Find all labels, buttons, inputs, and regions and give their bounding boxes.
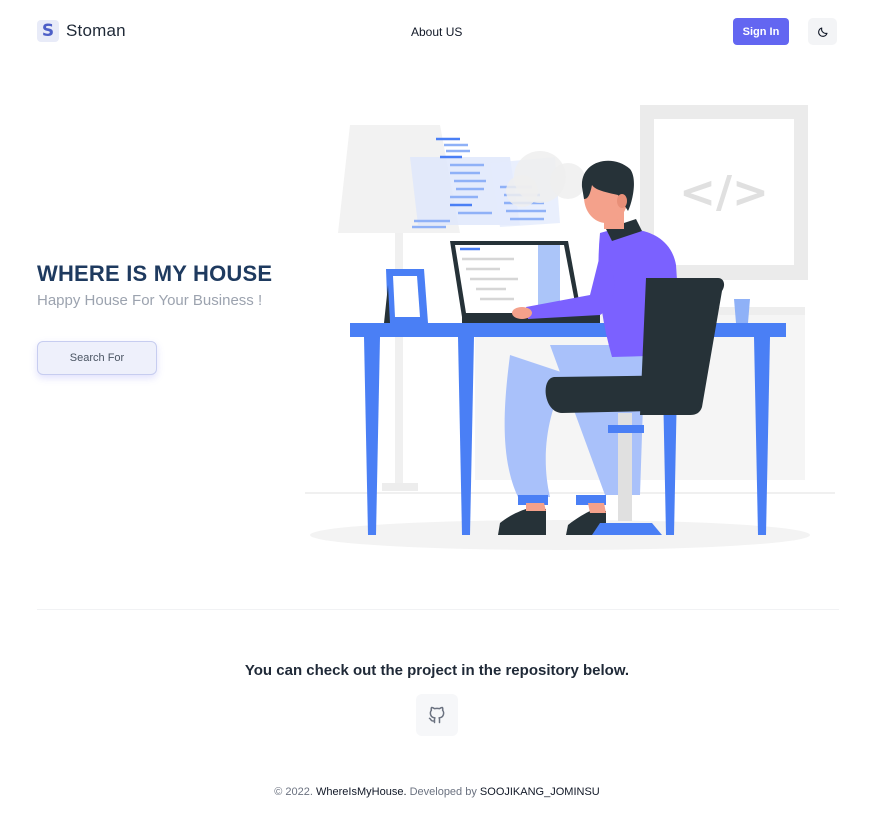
footer: © 2022. WhereIsMyHouse. Developed by SOO… (0, 786, 874, 798)
hero-title: WHERE IS MY HOUSE (37, 261, 273, 286)
photo-frame-inner (393, 276, 420, 317)
floor-shadow (310, 520, 810, 550)
code-glyph-text: </> (679, 167, 769, 218)
person-shoe-front (498, 509, 546, 535)
desk-leg-4 (754, 337, 770, 535)
navbar: S Stoman About US Sign In (0, 0, 888, 64)
hero-subtitle: Happy House For Your Business ! (37, 292, 263, 309)
footer-developed-by: Developed by (409, 786, 477, 798)
brand-logo-icon: S (37, 20, 59, 42)
chair-post-band (608, 425, 644, 433)
person-ear (617, 194, 627, 208)
brand-logo-link[interactable]: S Stoman (37, 20, 126, 42)
footer-site-link[interactable]: WhereIsMyHouse. (316, 786, 406, 798)
nav-link-about[interactable]: About US (411, 25, 462, 39)
github-link[interactable] (416, 694, 458, 736)
moon-icon (817, 26, 828, 37)
sign-in-button[interactable]: Sign In (733, 18, 789, 45)
hero-illustration: </> (305, 105, 835, 550)
desk-leg-1 (364, 337, 380, 535)
lamp-base (382, 483, 418, 491)
person-ankle-back (588, 503, 606, 513)
theme-toggle-button[interactable] (808, 18, 837, 45)
search-for-button[interactable]: Search For (37, 341, 157, 375)
person-hand (512, 307, 532, 319)
github-icon (428, 706, 445, 724)
footer-copyright: © 2022. (274, 786, 313, 798)
desk-top (350, 323, 786, 337)
footer-authors-link[interactable]: SOOJIKANG_JOMINSU (480, 786, 600, 798)
desk-leg-2 (458, 337, 474, 535)
cup (734, 299, 750, 323)
person-ankle-front (526, 503, 546, 511)
section-divider (37, 609, 839, 610)
chair-seat (545, 375, 704, 413)
laptop-bar (538, 245, 560, 305)
chair-base (592, 523, 662, 535)
repository-heading: You can check out the project in the rep… (244, 662, 630, 679)
brand-name: Stoman (66, 21, 126, 40)
